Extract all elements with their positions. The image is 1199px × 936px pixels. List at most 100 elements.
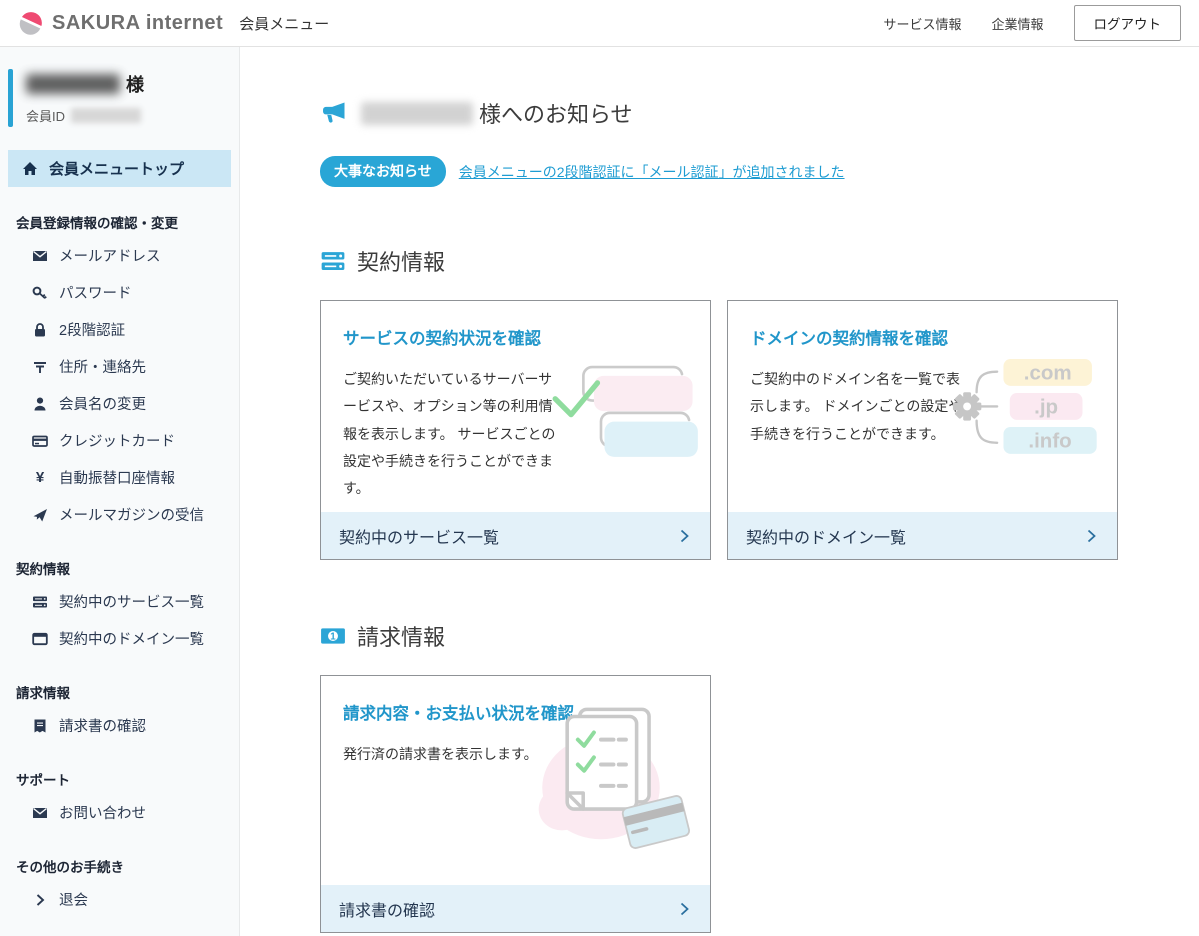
card-footer-label: 契約中のサービス一覧 [339,524,499,548]
sidebar-item-mail-magazine[interactable]: メールマガジンの受信 [8,496,231,533]
card-body: ご契約いただいているサーバーサービスや、オプション等の利用情報を表示します。 サ… [343,366,565,502]
app-title: 会員メニュー [239,13,329,34]
key-icon [32,285,48,301]
sidebar-item-label: 会員名の変更 [59,393,146,414]
announcement-row: 大事なお知らせ 会員メニューの2段階認証に「メール認証」が追加されました [320,156,1199,187]
sidebar-item-member-menu-top[interactable]: 会員メニュートップ [8,150,231,187]
sidebar-item-label: 2段階認証 [59,319,125,340]
announcement-heading: 様へのお知らせ [320,97,1199,129]
sidebar-item-password[interactable]: パスワード [8,274,231,311]
sidebar-item-label: メールアドレス [59,245,161,266]
sidebar-item-label: 会員メニュートップ [49,158,184,179]
sakura-logo-icon [18,10,44,36]
chevron-right-icon [676,528,692,544]
yen-icon: ¥ [32,469,48,486]
mail-icon [32,805,48,821]
sidebar-section-support: サポート お問い合わせ [0,769,239,831]
svg-text:.info: .info [1028,430,1071,453]
megaphone-icon [320,99,348,127]
sidebar-section-contract: 契約情報 契約中のサービス一覧 契約中のドメイン一覧 [0,558,239,657]
sidebar-item-address-contact[interactable]: 住所・連絡先 [8,348,231,385]
server-stack-icon [32,594,48,610]
announcement-title: 様へのお知らせ [479,97,633,129]
sidebar-item-label: 契約中のドメイン一覧 [59,628,204,649]
user-accent-bar [8,69,13,127]
section-title: 請求情報 [357,620,445,652]
section-title: 契約情報 [357,245,445,277]
important-notice-badge: 大事なお知らせ [320,156,446,187]
sidebar-item-credit-card[interactable]: クレジットカード [8,422,231,459]
card-footer-label: 請求書の確認 [339,897,435,921]
card-services: サービスの契約状況を確認 ご契約いただいているサーバーサービスや、オプション等の… [320,300,711,560]
link-service-info[interactable]: サービス情報 [883,14,961,33]
sidebar-item-label: 退会 [59,889,88,910]
server-stack-icon [320,248,346,274]
sidebar: 様 会員ID 会員メニュートップ 会員登録情報の確認・変更 メールアドレス パス… [0,47,240,936]
user-block: 様 会員ID [8,69,239,127]
card-footer-label: 契約中のドメイン一覧 [746,524,906,548]
sidebar-item-bank-transfer-account[interactable]: ¥ 自動振替口座情報 [8,459,231,496]
sidebar-section-title: その他のお手続き [8,856,231,876]
person-icon [32,396,48,412]
redacted-member-id [71,108,141,123]
sidebar-item-label: お問い合わせ [59,802,146,823]
brand-name: SAKURA internet [52,12,223,35]
sidebar-item-contact[interactable]: お問い合わせ [8,794,231,831]
sidebar-section-account: 会員登録情報の確認・変更 メールアドレス パスワード 2段階認証 [0,212,239,533]
sidebar-section-title: 契約情報 [8,558,231,578]
member-id-label: 会員ID [26,106,65,125]
card-billing: 請求内容・お支払い状況を確認 発行済の請求書を表示します。 [320,675,711,933]
card-body: ご契約中のドメイン名を一覧で表示します。 ドメインごとの設定や手続きを行うことが… [750,366,972,448]
empty-slot [727,675,1118,933]
invoice-check-button[interactable]: 請求書の確認 [321,885,710,932]
chevron-right-icon [1083,528,1099,544]
sidebar-section-title: サポート [8,769,231,789]
sidebar-item-two-factor-auth[interactable]: 2段階認証 [8,311,231,348]
redacted-user-name [361,102,473,125]
billing-section-heading: 1 請求情報 [320,620,1199,652]
card-title: サービスの契約状況を確認 [343,325,688,349]
browser-window-icon [32,631,48,647]
brand[interactable]: SAKURA internet [18,10,223,36]
sidebar-item-label: クレジットカード [59,430,175,451]
user-name-suffix: 様 [126,71,144,97]
sidebar-item-withdrawal[interactable]: 退会 [8,881,231,918]
sidebar-item-label: 請求書の確認 [59,715,146,736]
home-icon [22,161,38,177]
logout-button[interactable]: ログアウト [1074,5,1182,41]
link-corporate-info[interactable]: 企業情報 [991,14,1043,33]
sidebar-section-other: その他のお手続き 退会 [0,856,239,918]
paper-plane-icon [32,507,48,523]
postal-mark-icon [32,359,48,375]
svg-text:.com: .com [1024,362,1072,385]
redacted-user-name [26,74,120,94]
sidebar-item-services-list[interactable]: 契約中のサービス一覧 [8,583,231,620]
announcement-link[interactable]: 会員メニューの2段階認証に「メール認証」が追加されました [459,162,845,182]
services-illustration [548,353,698,471]
sidebar-item-domains-list[interactable]: 契約中のドメイン一覧 [8,620,231,657]
sidebar-item-label: 契約中のサービス一覧 [59,591,204,612]
domains-illustration: .com .jp .info [945,345,1103,471]
mail-icon [32,248,48,264]
sidebar-section-title: 会員登録情報の確認・変更 [8,212,231,232]
sidebar-item-label: メールマガジンの受信 [59,504,204,525]
sidebar-item-email-address[interactable]: メールアドレス [8,237,231,274]
svg-text:.jp: .jp [1034,396,1058,419]
svg-text:1: 1 [330,632,336,643]
contract-section-heading: 契約情報 [320,245,1199,277]
sidebar-item-label: パスワード [59,282,132,303]
sidebar-item-member-name-change[interactable]: 会員名の変更 [8,385,231,422]
main-content: 様へのお知らせ 大事なお知らせ 会員メニューの2段階認証に「メール認証」が追加さ… [240,47,1199,936]
header-nav: サービス情報 企業情報 ログアウト [883,5,1181,41]
services-list-button[interactable]: 契約中のサービス一覧 [321,512,710,559]
invoice-illustration [512,702,690,852]
lock-icon [32,322,48,338]
card-domains: ドメインの契約情報を確認 ご契約中のドメイン名を一覧で表示します。 ドメインごと… [727,300,1118,560]
sidebar-section-billing: 請求情報 請求書の確認 [0,682,239,744]
domains-list-button[interactable]: 契約中のドメイン一覧 [728,512,1117,559]
banknote-icon: 1 [320,623,346,649]
credit-card-icon [32,433,48,449]
sidebar-item-label: 住所・連絡先 [59,356,146,377]
sidebar-item-invoice-check[interactable]: 請求書の確認 [8,707,231,744]
sidebar-section-title: 請求情報 [8,682,231,702]
